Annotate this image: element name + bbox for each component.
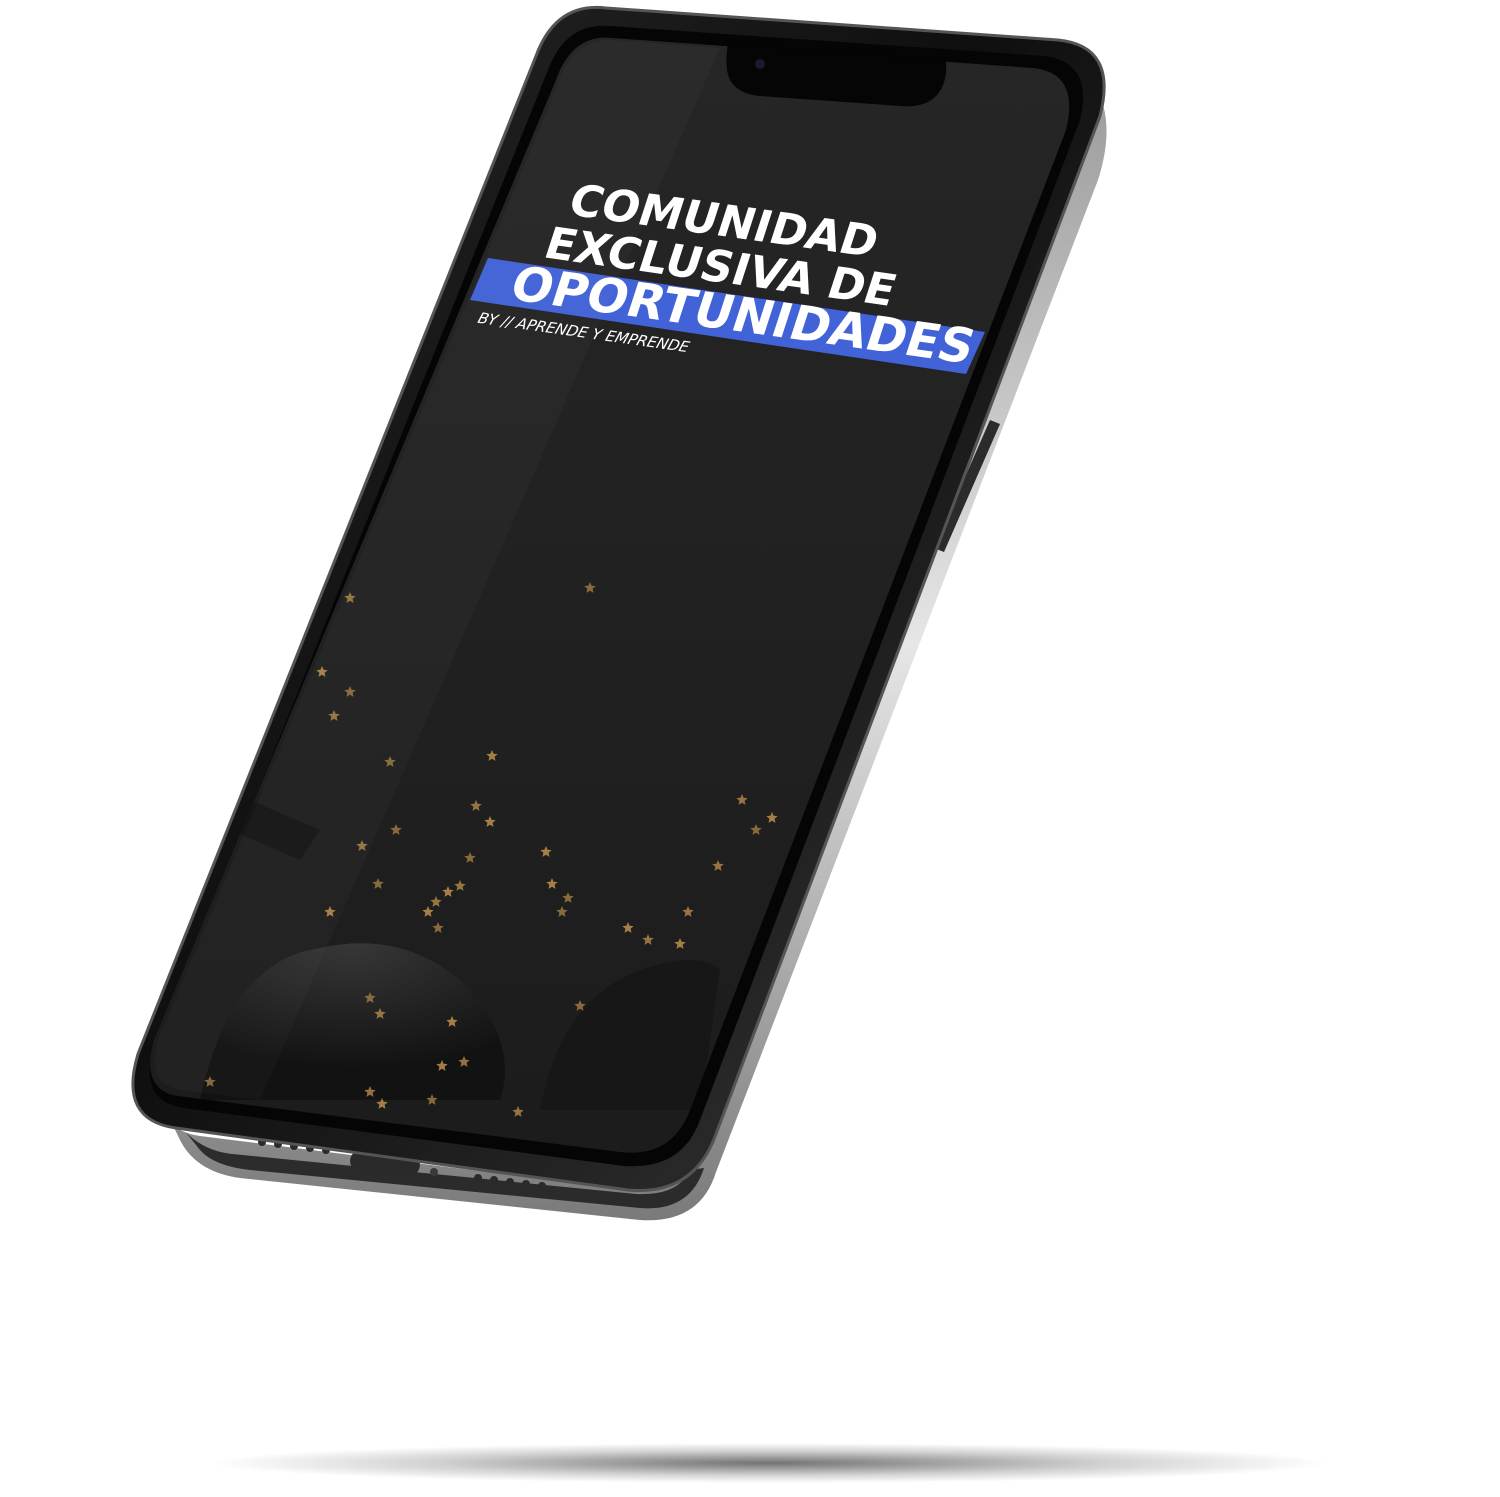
phone-mockup-illustration: COMUNIDAD EXCLUSIVA DE OPORTUNIDADES BY … bbox=[131, 5, 1330, 1483]
phone-mockup-scene: COMUNIDAD EXCLUSIVA DE OPORTUNIDADES BY … bbox=[0, 0, 1500, 1497]
front-camera-icon bbox=[755, 59, 765, 69]
floor-shadow bbox=[210, 1443, 1330, 1483]
screw-icon bbox=[430, 1168, 438, 1176]
